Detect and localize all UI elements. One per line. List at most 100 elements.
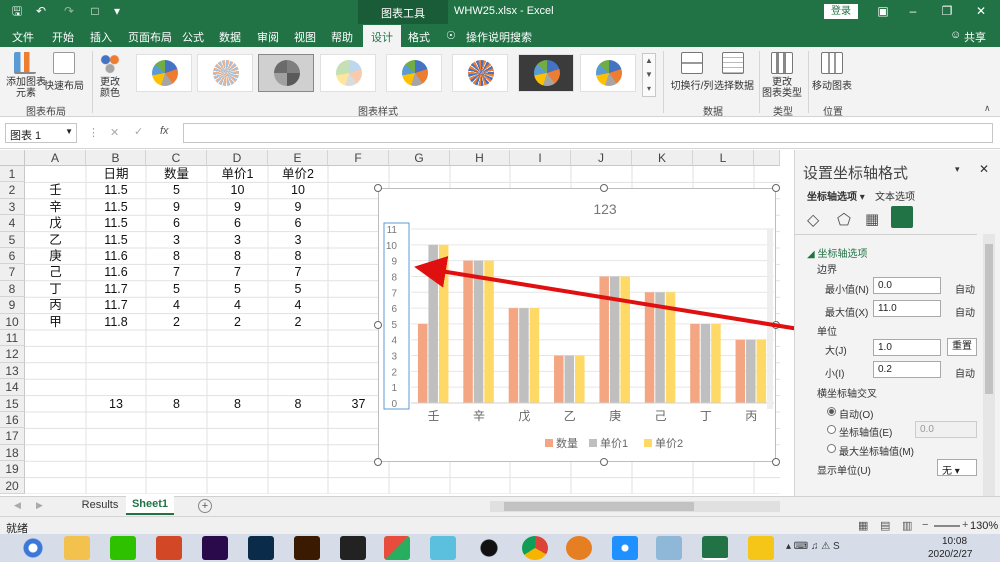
cell[interactable]: 丙 <box>25 297 86 313</box>
tab-data[interactable]: 数据 <box>219 29 241 45</box>
redo-icon[interactable]: ↷ <box>62 4 76 18</box>
pane-scrollbar[interactable] <box>983 234 995 504</box>
chart-style-2[interactable] <box>197 54 253 92</box>
move-chart-icon[interactable] <box>821 52 843 74</box>
column-header[interactable]: L <box>693 150 754 166</box>
pane-close-icon[interactable]: ✕ <box>979 162 989 176</box>
row-header[interactable]: 13 <box>0 362 25 380</box>
row-header[interactable]: 8 <box>0 280 25 298</box>
column-header[interactable]: D <box>207 150 268 166</box>
row-header[interactable]: 18 <box>0 444 25 462</box>
row-header[interactable]: 2 <box>0 182 25 199</box>
tray-icons[interactable]: ▴ ⌨ ♫ ⚠ S <box>786 541 840 552</box>
cancel-icon[interactable]: ✕ <box>110 126 119 139</box>
pane-options-icon[interactable]: ▾ <box>955 164 960 175</box>
cell[interactable]: 单价1 <box>207 166 268 182</box>
cell[interactable]: 2 <box>146 314 207 330</box>
insert-function-button[interactable]: fx <box>160 125 169 137</box>
row-header[interactable]: 17 <box>0 428 25 445</box>
chart-style-5[interactable] <box>386 54 442 92</box>
cross-value-input[interactable]: 0.0 <box>915 421 977 438</box>
max-auto-button[interactable]: 自动 <box>955 304 975 319</box>
cell[interactable]: 3 <box>207 232 268 248</box>
ribbon-display-icon[interactable]: ▣ <box>876 4 890 18</box>
change-colors-button[interactable]: 更改 颜色 <box>94 77 126 99</box>
scroll-right-icon[interactable]: ▶ <box>36 500 43 511</box>
row-header[interactable]: 11 <box>0 330 25 347</box>
page-layout-view-icon[interactable]: ▤ <box>880 519 890 532</box>
change-colors-icon[interactable] <box>99 52 121 74</box>
cell[interactable]: 3 <box>146 232 207 248</box>
cell[interactable]: 日期 <box>86 166 146 182</box>
file-explorer-icon[interactable] <box>64 536 90 560</box>
customize-qat-icon[interactable]: ▾ <box>110 4 124 18</box>
excel-icon[interactable] <box>702 536 728 560</box>
column-header[interactable]: F <box>328 150 389 166</box>
chart-style-4[interactable] <box>320 54 376 92</box>
cell[interactable]: 己 <box>25 264 86 280</box>
start-icon[interactable] <box>20 536 46 560</box>
new-file-icon[interactable]: □ <box>88 4 102 18</box>
qq-icon[interactable] <box>476 536 502 560</box>
radio-cross-auto[interactable] <box>827 407 836 416</box>
row-header[interactable]: 19 <box>0 461 25 478</box>
row-header[interactable]: 16 <box>0 412 25 429</box>
cell[interactable]: 8 <box>268 248 328 264</box>
save-icon[interactable]: 🖫 <box>10 4 24 18</box>
tab-help[interactable]: 帮助 <box>331 29 353 45</box>
cell[interactable]: 壬 <box>25 182 86 198</box>
cell[interactable]: 5 <box>268 281 328 297</box>
cell[interactable]: 5 <box>207 281 268 297</box>
add-chart-element-button[interactable]: 添加图表 元素 <box>4 77 48 99</box>
tab-view[interactable]: 视图 <box>294 29 316 45</box>
row-header[interactable]: 7 <box>0 264 25 281</box>
styles-scroll[interactable]: ▲ ▼ ▾ <box>642 53 656 97</box>
chart-title[interactable]: 123 <box>593 201 617 217</box>
zoom-slider[interactable] <box>934 525 960 527</box>
column-header[interactable]: C <box>146 150 207 166</box>
zoom-out-icon[interactable]: − <box>922 519 928 531</box>
column-header[interactable]: J <box>571 150 632 166</box>
major-unit-input[interactable]: 1.0 <box>873 339 941 356</box>
quick-layout-icon[interactable] <box>53 52 75 74</box>
cell[interactable]: 戊 <box>25 215 86 231</box>
cell[interactable]: 庚 <box>25 248 86 264</box>
bar[interactable] <box>564 355 575 403</box>
fill-line-icon[interactable]: ◇ <box>807 210 819 230</box>
column-header[interactable]: H <box>450 150 510 166</box>
resize-handle[interactable] <box>772 458 780 466</box>
row-header[interactable]: 20 <box>0 477 25 494</box>
cell[interactable]: 2 <box>207 314 268 330</box>
column-header[interactable]: K <box>632 150 693 166</box>
cell[interactable]: 4 <box>268 297 328 313</box>
close-icon[interactable]: ✕ <box>974 4 988 18</box>
cell[interactable]: 11.7 <box>86 297 146 313</box>
sheet-tab-sheet1[interactable]: Sheet1 <box>126 496 174 515</box>
cell[interactable]: 7 <box>268 264 328 280</box>
min-bound-input[interactable]: 0.0 <box>873 277 941 294</box>
column-header[interactable]: E <box>268 150 328 166</box>
tab-review[interactable]: 审阅 <box>257 29 279 45</box>
cell[interactable]: 6 <box>146 215 207 231</box>
cell[interactable]: 11.7 <box>86 281 146 297</box>
row-header[interactable]: 3 <box>0 198 25 216</box>
reset-button[interactable]: 重置 <box>947 338 977 356</box>
row-header[interactable]: 9 <box>0 297 25 314</box>
row-header[interactable]: 5 <box>0 231 25 248</box>
axis-options-icon[interactable] <box>891 206 913 228</box>
cell[interactable]: 8 <box>146 396 207 412</box>
cell[interactable]: 2 <box>268 314 328 330</box>
cell[interactable]: 丁 <box>25 281 86 297</box>
cell[interactable]: 9 <box>268 199 328 215</box>
cell[interactable]: 10 <box>207 182 268 198</box>
name-box[interactable]: 图表 1 ▼ <box>5 123 77 143</box>
enter-icon[interactable]: ✓ <box>134 125 143 138</box>
cell[interactable]: 辛 <box>25 199 86 215</box>
cell[interactable]: 6 <box>207 215 268 231</box>
powerpoint-icon[interactable] <box>156 536 182 560</box>
column-header[interactable]: A <box>25 150 86 166</box>
cell[interactable]: 11.6 <box>86 248 146 264</box>
effects-icon[interactable]: ⬠ <box>837 210 851 230</box>
cell[interactable]: 13 <box>86 396 146 412</box>
cell[interactable]: 8 <box>207 396 268 412</box>
